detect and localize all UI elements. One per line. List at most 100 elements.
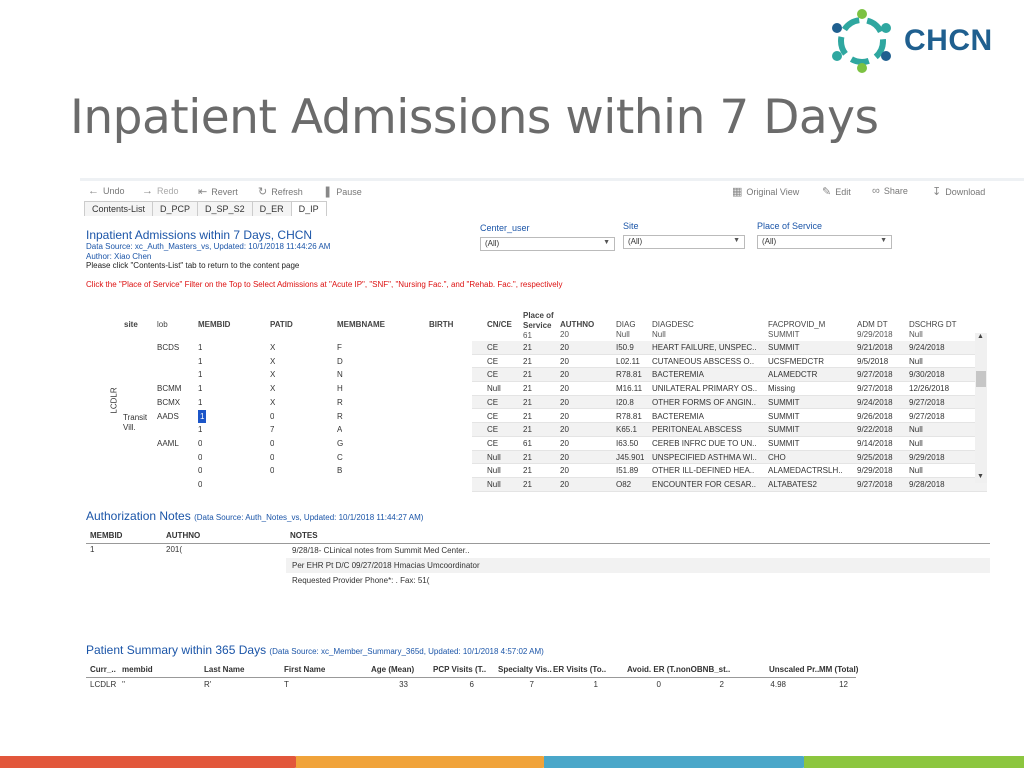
- cell-pos[interactable]: 21: [523, 464, 532, 478]
- cell-name[interactable]: D: [337, 355, 343, 369]
- cell-adm[interactable]: 9/26/2018: [857, 410, 893, 424]
- cell-pos[interactable]: 21: [523, 355, 532, 369]
- cell-diag[interactable]: J45.901: [616, 451, 644, 465]
- cell-adm[interactable]: 9/22/2018: [857, 423, 893, 437]
- cell-name[interactable]: C: [337, 451, 343, 465]
- cell-fac[interactable]: SUMMIT: [768, 341, 800, 355]
- cell-diag[interactable]: I50.9: [616, 341, 634, 355]
- cell-desc[interactable]: CEREB INFRC DUE TO UN..: [652, 437, 757, 451]
- cell-cnce[interactable]: Null: [487, 451, 501, 465]
- cell-dsc[interactable]: 9/30/2018: [909, 368, 945, 382]
- cell-diag[interactable]: O82: [616, 478, 631, 492]
- tab-contents-list[interactable]: Contents-List: [84, 201, 154, 216]
- cell-adm[interactable]: 9/14/2018: [857, 437, 893, 451]
- cell-cnce[interactable]: Null: [487, 382, 501, 396]
- cell-desc[interactable]: HEART FAILURE, UNSPEC..: [652, 341, 757, 355]
- cell-name[interactable]: R: [337, 410, 343, 424]
- cell-adm[interactable]: 9/27/2018: [857, 368, 893, 382]
- cell-membid[interactable]: 1: [198, 341, 202, 355]
- cell-fac[interactable]: ALAMEDCTR: [768, 368, 817, 382]
- cell-name[interactable]: G: [337, 437, 343, 451]
- cell-desc[interactable]: UNSPECIFIED ASTHMA WI..: [652, 451, 757, 465]
- cell-membid[interactable]: 1: [198, 382, 202, 396]
- cell-diag[interactable]: L02.11: [616, 355, 640, 369]
- cell-cnce[interactable]: CE: [487, 368, 498, 382]
- cell-dsc[interactable]: Null: [909, 423, 923, 437]
- cell-membid[interactable]: 1: [198, 355, 202, 369]
- cell-membid[interactable]: 1: [198, 396, 202, 410]
- scroll-down-icon[interactable]: ▼: [977, 473, 984, 480]
- edit-button[interactable]: ✎ Edit: [822, 185, 851, 198]
- cell-patid[interactable]: X: [270, 355, 275, 369]
- cell-membid[interactable]: 0: [198, 478, 202, 492]
- cell-fac[interactable]: SUMMIT: [768, 423, 800, 437]
- cell-lob[interactable]: BCMM: [157, 382, 181, 396]
- scrollbar-thumb[interactable]: [976, 371, 986, 387]
- cell-cnce[interactable]: Null: [487, 464, 501, 478]
- cell-membid[interactable]: 1: [198, 368, 202, 382]
- cell-lob[interactable]: BCDS: [157, 341, 179, 355]
- cell-desc[interactable]: BACTEREMIA: [652, 368, 704, 382]
- cell-pos[interactable]: 61: [523, 437, 532, 451]
- cell-dsc[interactable]: Null: [909, 464, 923, 478]
- cell-patid[interactable]: X: [270, 368, 275, 382]
- cell-pos[interactable]: 21: [523, 396, 532, 410]
- place-of-service-dropdown[interactable]: (All) ▼: [757, 235, 892, 249]
- cell-patid[interactable]: 0: [270, 437, 274, 451]
- cell-adm[interactable]: 9/25/2018: [857, 451, 893, 465]
- cell-name[interactable]: H: [337, 382, 343, 396]
- cell-lob[interactable]: BCMX: [157, 396, 180, 410]
- cell-name[interactable]: B: [337, 464, 342, 478]
- cell-membid[interactable]: 0: [198, 451, 202, 465]
- pause-button[interactable]: ❚ Pause: [323, 185, 362, 198]
- cell-cnce[interactable]: CE: [487, 410, 498, 424]
- cell-dsc[interactable]: Null: [909, 437, 923, 451]
- cell-desc[interactable]: ENCOUNTER FOR CESAR..: [652, 478, 756, 492]
- cell-pos[interactable]: 21: [523, 410, 532, 424]
- cell-fac[interactable]: CHO: [768, 451, 786, 465]
- cell-pos[interactable]: 21: [523, 382, 532, 396]
- cell-cnce[interactable]: CE: [487, 396, 498, 410]
- share-button[interactable]: ∞ Share: [872, 185, 908, 197]
- cell-diag[interactable]: R78.81: [616, 368, 642, 382]
- revert-button[interactable]: ⇤ Revert: [198, 185, 238, 198]
- cell-fac[interactable]: SUMMIT: [768, 437, 800, 451]
- cell-desc[interactable]: OTHER FORMS OF ANGIN..: [652, 396, 756, 410]
- cell-cnce[interactable]: CE: [487, 341, 498, 355]
- cell-name[interactable]: N: [337, 368, 343, 382]
- cell-lob[interactable]: AAML: [157, 437, 179, 451]
- redo-button[interactable]: → Redo: [142, 185, 179, 197]
- cell-cnce[interactable]: CE: [487, 355, 498, 369]
- cell-patid[interactable]: X: [270, 396, 275, 410]
- cell-pos[interactable]: 21: [523, 423, 532, 437]
- cell-dsc[interactable]: Null: [909, 355, 923, 369]
- tab-d-pcp[interactable]: D_PCP: [152, 201, 199, 216]
- cell-fac[interactable]: UCSFMEDCTR: [768, 355, 824, 369]
- cell-pos[interactable]: 21: [523, 341, 532, 355]
- cell-patid[interactable]: 0: [270, 464, 274, 478]
- center-user-dropdown[interactable]: (All) ▼: [480, 237, 615, 251]
- cell-dsc[interactable]: 9/28/2018: [909, 478, 945, 492]
- cell-adm[interactable]: 9/21/2018: [857, 341, 893, 355]
- cell-authno[interactable]: 20: [560, 451, 569, 465]
- cell-authno[interactable]: 20: [560, 341, 569, 355]
- cell-fac[interactable]: ALAMEDACTRSLH..: [768, 464, 843, 478]
- site-dropdown[interactable]: (All) ▼: [623, 235, 745, 249]
- cell-patid[interactable]: 7: [270, 423, 274, 437]
- cell-dsc[interactable]: 9/24/2018: [909, 341, 945, 355]
- cell-desc[interactable]: CUTANEOUS ABSCESS O..: [652, 355, 754, 369]
- cell-membid[interactable]: 0: [198, 464, 202, 478]
- cell-dsc[interactable]: 12/26/2018: [909, 382, 949, 396]
- cell-name[interactable]: F: [337, 341, 342, 355]
- cell-authno[interactable]: 20: [560, 396, 569, 410]
- cell-authno[interactable]: 20: [560, 464, 569, 478]
- cell-desc[interactable]: OTHER ILL-DEFINED HEA..: [652, 464, 754, 478]
- cell-authno[interactable]: 20: [560, 410, 569, 424]
- cell-diag[interactable]: I20.8: [616, 396, 634, 410]
- cell-authno[interactable]: 20: [560, 368, 569, 382]
- cell-adm[interactable]: 9/5/2018: [857, 355, 888, 369]
- tab-d-ip[interactable]: D_IP: [290, 201, 327, 216]
- cell-authno[interactable]: 20: [560, 478, 569, 492]
- cell-adm[interactable]: 9/24/2018: [857, 396, 893, 410]
- tab-d-er[interactable]: D_ER: [251, 201, 292, 216]
